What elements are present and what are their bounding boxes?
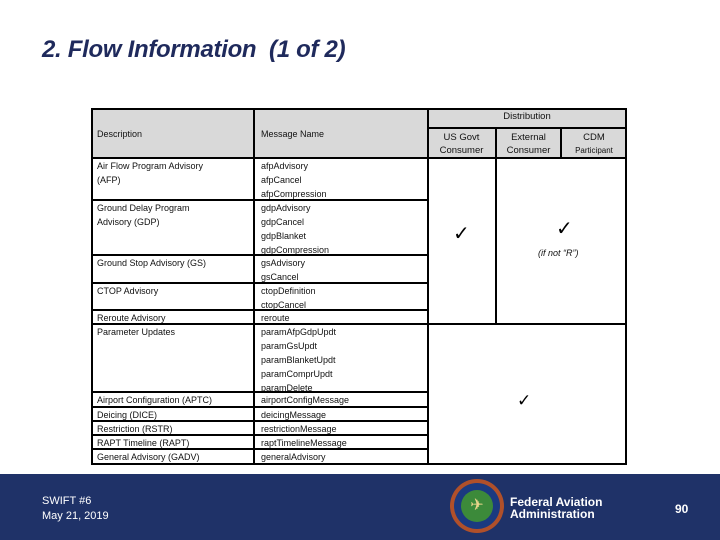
row-description: (AFP) xyxy=(97,175,121,185)
header-external-line2: Consumer xyxy=(506,145,551,156)
slide-title: 2. Flow Information (1 of 2) xyxy=(42,36,346,63)
row-message-name: generalAdvisory xyxy=(261,452,326,462)
header-cdm-line2: Participant xyxy=(575,146,613,155)
border-top xyxy=(91,108,627,110)
header-cdm: CDM Participant xyxy=(561,131,627,157)
row-description: General Advisory (GADV) xyxy=(97,452,200,462)
row-message-name: gdpCancel xyxy=(261,217,305,227)
footer-event-info: SWIFT #6 May 21, 2019 xyxy=(42,494,109,524)
header-external-line1: External xyxy=(511,132,546,143)
row-message-name: gsAdvisory xyxy=(261,258,306,268)
border-right xyxy=(625,108,627,465)
check-icon-external-cdm: ✓ xyxy=(556,216,573,240)
footer-org-name: Federal Aviation Administration xyxy=(510,496,602,520)
row-message-name: paramBlanketUpdt xyxy=(261,355,336,365)
border-bottom xyxy=(91,463,627,465)
header-us-govt-line2: Consumer xyxy=(439,145,484,156)
header-external: External Consumer xyxy=(496,131,561,157)
row-message-name: gdpBlanket xyxy=(261,231,307,241)
border-left xyxy=(91,108,93,465)
check-icon-all: ✓ xyxy=(517,391,532,411)
header-distribution: Distribution xyxy=(503,111,551,122)
row-message-name: afpAdvisory xyxy=(261,161,309,171)
row-message-name: gdpAdvisory xyxy=(261,203,311,213)
external-cdm-note: (if not “R”) xyxy=(538,248,579,258)
footer-bar: SWIFT #6 May 21, 2019 ✈ Federal Aviation… xyxy=(0,474,720,540)
row-description: Airport Configuration (APTC) xyxy=(97,395,213,405)
distribution-under-line xyxy=(427,127,627,129)
footer-event: SWIFT #6 xyxy=(42,495,92,507)
row-message-name: airportConfigMessage xyxy=(261,395,350,405)
faa-seal-icon: ✈ xyxy=(450,479,504,533)
header-us-govt: US Govt Consumer xyxy=(427,131,496,157)
flow-information-table: Description Message Name Distribution US… xyxy=(91,108,627,465)
footer-date: May 21, 2019 xyxy=(42,510,109,522)
header-bottom-line xyxy=(91,157,627,159)
row-description: CTOP Advisory xyxy=(97,286,159,296)
header-message-name: Message Name xyxy=(261,129,325,139)
footer-org-line2: Administration xyxy=(510,507,595,521)
check-icon-us-govt: ✓ xyxy=(453,221,470,245)
row-description: Ground Stop Advisory (GS) xyxy=(97,258,207,268)
row-description: Air Flow Program Advisory xyxy=(97,161,204,171)
col-sep-message xyxy=(427,108,429,465)
row-description: Advisory (GDP) xyxy=(97,217,160,227)
row-message-name: paramComprUpdt xyxy=(261,369,333,379)
row-description: Ground Delay Program xyxy=(97,203,190,213)
col-sep-external xyxy=(560,127,562,158)
page-number: 90 xyxy=(675,502,689,516)
distribution-split-line xyxy=(427,323,627,325)
col-sep-description xyxy=(253,108,255,465)
row-description: Parameter Updates xyxy=(97,327,176,337)
row-message-name: ctopDefinition xyxy=(261,286,316,296)
col-sep-usgovt xyxy=(495,127,497,324)
row-message-name: paramGsUpdt xyxy=(261,341,318,351)
header-cdm-line1: CDM xyxy=(583,132,605,143)
header-description: Description xyxy=(97,129,143,139)
row-message-name: afpCancel xyxy=(261,175,302,185)
row-message-name: paramAfpGdpUpdt xyxy=(261,327,337,337)
header-us-govt-line1: US Govt xyxy=(443,132,480,143)
